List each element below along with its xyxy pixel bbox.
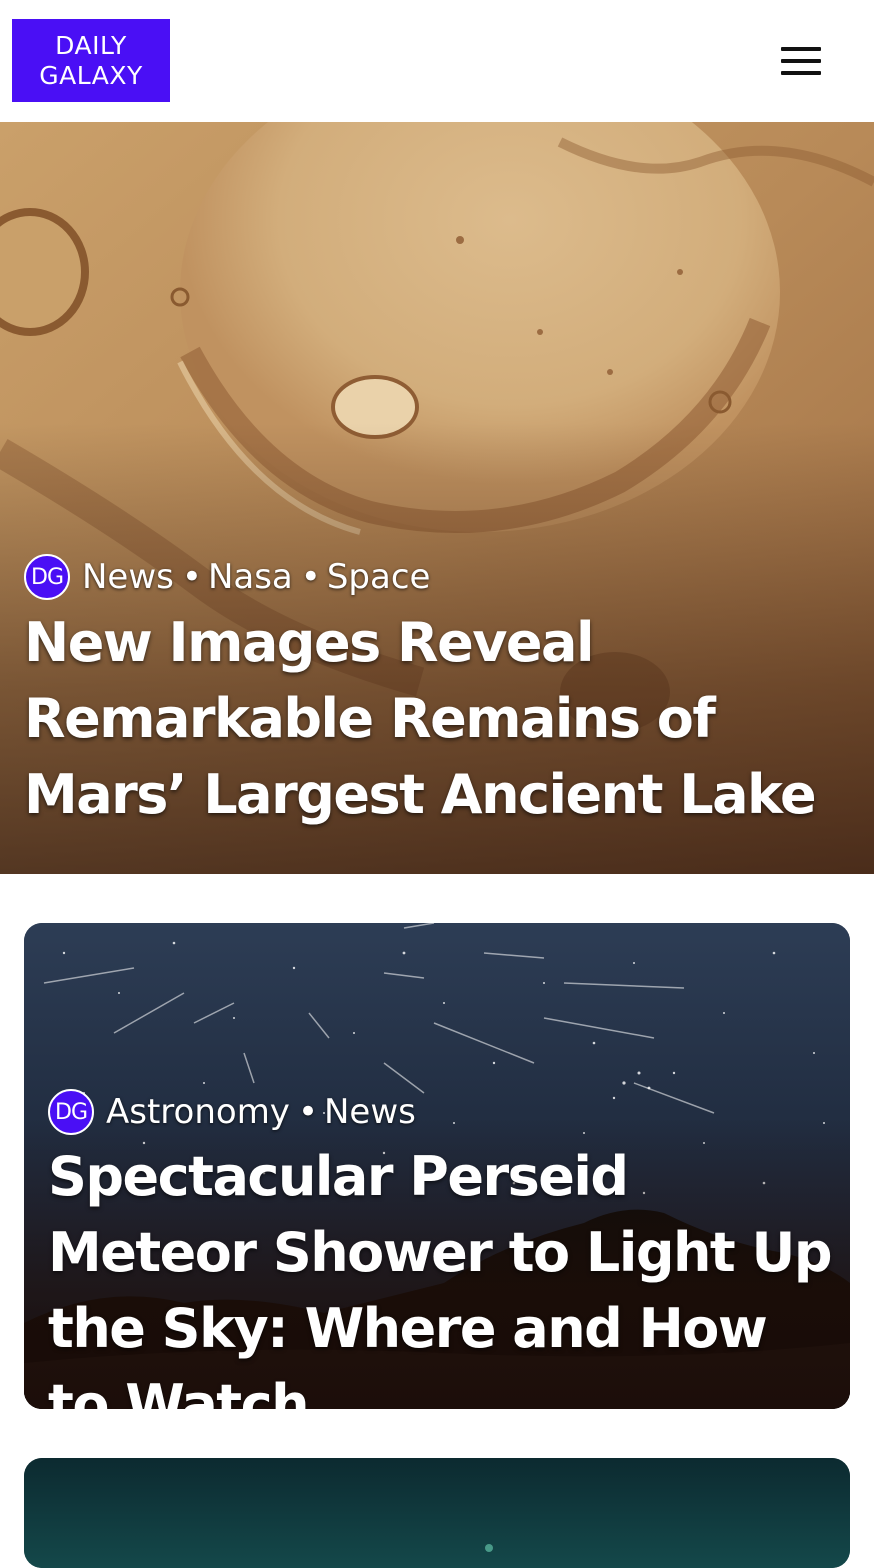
article-card-image [24, 1458, 850, 1568]
dg-avatar[interactable]: DG [48, 1089, 94, 1135]
article-card-meta: DG Astronomy • News [48, 1089, 416, 1135]
logo-line-2: GALAXY [39, 60, 143, 90]
article-card[interactable] [24, 1458, 850, 1568]
menu-bar [781, 71, 821, 75]
site-logo[interactable]: DAILY GALAXY [12, 19, 170, 102]
separator-dot: • [181, 557, 202, 597]
hamburger-menu-icon[interactable] [770, 36, 832, 86]
separator-dot: • [300, 557, 321, 597]
category-space[interactable]: Space [327, 557, 431, 597]
category-news[interactable]: News [324, 1092, 416, 1132]
article-card[interactable]: DG Astronomy • News Spectacular Perseid … [24, 923, 850, 1409]
category-news[interactable]: News [82, 557, 174, 597]
category-nasa[interactable]: Nasa [208, 557, 293, 597]
hero-article-meta: DG News • Nasa • Space [24, 554, 430, 600]
logo-line-1: DAILY [55, 30, 127, 60]
article-card-title[interactable]: Spectacular Perseid Meteor Shower to Lig… [48, 1139, 838, 1409]
category-astronomy[interactable]: Astronomy [106, 1092, 290, 1132]
hero-article-title[interactable]: New Images Reveal Remarkable Remains of … [24, 605, 854, 833]
separator-dot: • [297, 1092, 318, 1132]
site-header: DAILY GALAXY [0, 0, 874, 122]
dg-avatar[interactable]: DG [24, 554, 70, 600]
menu-bar [781, 59, 821, 63]
hero-article[interactable]: DG News • Nasa • Space New Images Reveal… [0, 122, 874, 874]
menu-bar [781, 47, 821, 51]
